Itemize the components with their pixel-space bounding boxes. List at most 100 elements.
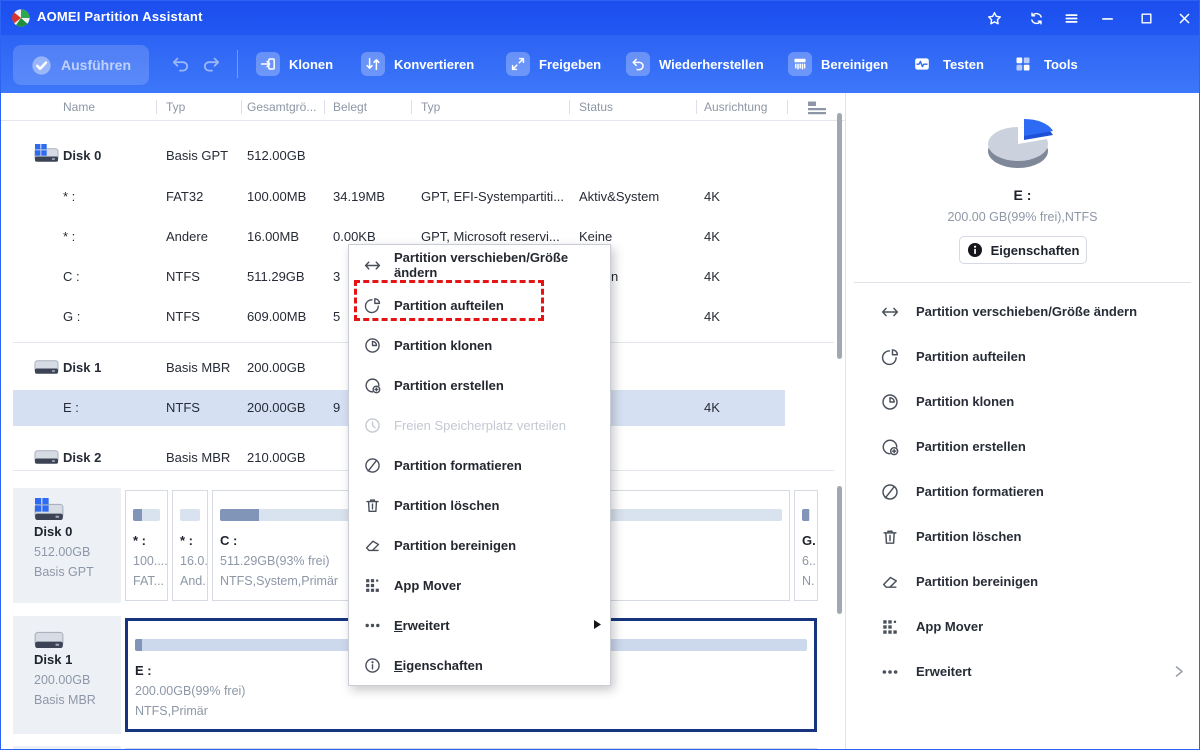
partition-block-efi[interactable]: * : 100.... FAT... xyxy=(125,490,168,601)
column-header-typ[interactable]: Typ xyxy=(166,93,185,121)
disk-label-block[interactable] xyxy=(13,746,121,749)
menu-item-erweitert[interactable]: Erweitert xyxy=(349,605,610,645)
toolbar-button-testen[interactable]: Testen xyxy=(910,52,984,76)
header-separator xyxy=(696,100,697,114)
maximize-icon[interactable] xyxy=(1134,7,1158,29)
partition-size: 100.... xyxy=(133,554,168,568)
undo-icon[interactable] xyxy=(170,54,192,74)
sidebar-item-aufteilen[interactable]: Partition aufteilen xyxy=(846,334,1199,379)
column-header-status[interactable]: Status xyxy=(579,93,613,121)
redo-icon[interactable] xyxy=(200,54,222,74)
star-icon[interactable] xyxy=(982,7,1006,29)
column-header-name[interactable]: Name xyxy=(63,93,95,121)
partition-block-msr[interactable]: * : 16.0... And... xyxy=(172,490,208,601)
split-partition-icon xyxy=(881,348,899,366)
cell-used: 5 xyxy=(333,309,341,324)
info-filled-icon xyxy=(967,242,983,258)
partition-block-g[interactable]: G. 6.. N. xyxy=(794,490,818,601)
cell-used: 34.19MB xyxy=(333,189,386,204)
menu-item-loeschen[interactable]: Partition löschen xyxy=(349,485,610,525)
sidebar-item-klonen[interactable]: Partition klonen xyxy=(846,379,1199,424)
menu-item-label: App Mover xyxy=(394,577,462,593)
disk-icon xyxy=(34,628,64,653)
cell-align: 4K xyxy=(704,400,720,415)
clone-partition-icon xyxy=(881,393,899,411)
sidebar-item-bereinigen[interactable]: Partition bereinigen xyxy=(846,559,1199,604)
diskmap-scrollbar-thumb[interactable] xyxy=(837,486,842,614)
usage-bar xyxy=(133,509,160,521)
sidebar-item-label: Partition aufteilen xyxy=(916,349,1026,364)
create-partition-icon xyxy=(881,438,899,456)
properties-button[interactable]: Eigenschaften xyxy=(959,236,1087,264)
menu-item-verschieben[interactable]: Partition verschieben/Größe ändern xyxy=(349,245,610,285)
cell-name: * : xyxy=(63,189,76,204)
toolbar-button-label: Tools xyxy=(1044,56,1078,72)
properties-icon xyxy=(364,657,381,674)
toolbar-button-konvertieren[interactable]: Konvertieren xyxy=(361,52,474,76)
cell-size: 609.00MB xyxy=(247,309,307,324)
table-scrollbar-thumb[interactable] xyxy=(837,113,842,359)
partition-fs: NTFS,Primär xyxy=(135,704,208,718)
cell-name: E : xyxy=(63,400,79,415)
sidebar-item-loeschen[interactable]: Partition löschen xyxy=(846,514,1199,559)
app-mover-icon xyxy=(364,577,381,594)
sidebar-divider xyxy=(854,282,1191,283)
toolbar-button-label: Testen xyxy=(943,56,984,72)
apply-button[interactable]: Ausführen xyxy=(13,45,149,85)
partition-name: G. xyxy=(802,533,816,548)
menu-item-label: Partition bereinigen xyxy=(394,537,517,553)
usage-bar xyxy=(802,509,810,521)
sidebar-item-verschieben[interactable]: Partition verschieben/Größe ändern xyxy=(846,289,1199,334)
column-header-belegt[interactable]: Belegt xyxy=(333,93,367,121)
toolbar-button-label: Konvertieren xyxy=(394,56,475,72)
menu-item-label: Freien Speicherplatz verteilen xyxy=(394,417,566,433)
sidebar-item-erweitert[interactable]: Erweitert xyxy=(846,649,1199,694)
selected-partition-details: 200.00 GB(99% frei),NTFS xyxy=(947,210,1098,224)
column-header-typ2[interactable]: Typ xyxy=(421,93,440,121)
menu-item-bereinigen[interactable]: Partition bereinigen xyxy=(349,525,610,565)
cell-used: 3 xyxy=(333,269,341,284)
disk-label-block[interactable]: Disk 1 200.00GB Basis MBR xyxy=(13,616,121,734)
toolbar-button-tools[interactable]: Tools xyxy=(1011,52,1078,76)
menu-item-app-mover[interactable]: App Mover xyxy=(349,565,610,605)
column-settings-icon[interactable] xyxy=(807,100,827,115)
sidebar-item-label: Erweitert xyxy=(916,664,972,679)
column-header-ausrichtung[interactable]: Ausrichtung xyxy=(704,93,767,121)
wipe-partition-icon xyxy=(364,537,381,554)
sidebar-item-label: Partition bereinigen xyxy=(916,574,1039,589)
column-header-gesamtgroesse[interactable]: Gesamtgrö... xyxy=(247,93,316,121)
selected-partition-name: E : xyxy=(1013,187,1032,203)
sync-icon[interactable] xyxy=(1024,7,1048,29)
cell-typ: Basis GPT xyxy=(166,148,229,163)
tutorial-highlight-box xyxy=(354,280,544,321)
toolbar-button-freigeben[interactable]: Freigeben xyxy=(506,52,601,76)
share-tool-icon xyxy=(506,52,530,76)
apply-label: Ausführen xyxy=(61,57,131,73)
sidebar-item-app-mover[interactable]: App Mover xyxy=(846,604,1199,649)
menu-item-klonen[interactable]: Partition klonen xyxy=(349,325,610,365)
menu-item-formatieren[interactable]: Partition formatieren xyxy=(349,445,610,485)
table-row-efi[interactable]: * : FAT32 100.00MB 34.19MB GPT, EFI-Syst… xyxy=(1,177,834,217)
sidebar-item-erstellen[interactable]: Partition erstellen xyxy=(846,424,1199,469)
minimize-icon[interactable] xyxy=(1095,7,1119,29)
cell-name: Disk 0 xyxy=(63,148,102,163)
sidebar-item-formatieren[interactable]: Partition formatieren xyxy=(846,469,1199,514)
table-row-disk0[interactable]: Disk 0 Basis GPT 512.00GB xyxy=(1,136,834,176)
close-icon[interactable] xyxy=(1172,7,1196,29)
convert-tool-icon xyxy=(361,52,385,76)
advanced-icon xyxy=(881,663,899,681)
toolbar-button-wiederherstellen[interactable]: Wiederherstellen xyxy=(626,52,764,76)
partition-size: 16.0... xyxy=(180,554,208,568)
hamburger-menu-icon[interactable] xyxy=(1059,7,1083,29)
toolbar-button-bereinigen[interactable]: Bereinigen xyxy=(788,52,888,76)
menu-item-label: Erweitert xyxy=(394,617,450,633)
partition-usage-pie-chart xyxy=(988,118,1053,168)
partition-size: 200.00GB(99% frei) xyxy=(135,684,246,698)
menu-item-eigenschaften[interactable]: Eigenschaften xyxy=(349,645,610,685)
toolbar-button-klonen[interactable]: Klonen xyxy=(256,52,333,76)
format-partition-icon xyxy=(881,483,899,501)
menu-item-erstellen[interactable]: Partition erstellen xyxy=(349,365,610,405)
disk-label-block[interactable]: Disk 0 512.00GB Basis GPT xyxy=(13,488,121,603)
clone-tool-icon xyxy=(256,52,280,76)
header-separator xyxy=(241,100,242,114)
